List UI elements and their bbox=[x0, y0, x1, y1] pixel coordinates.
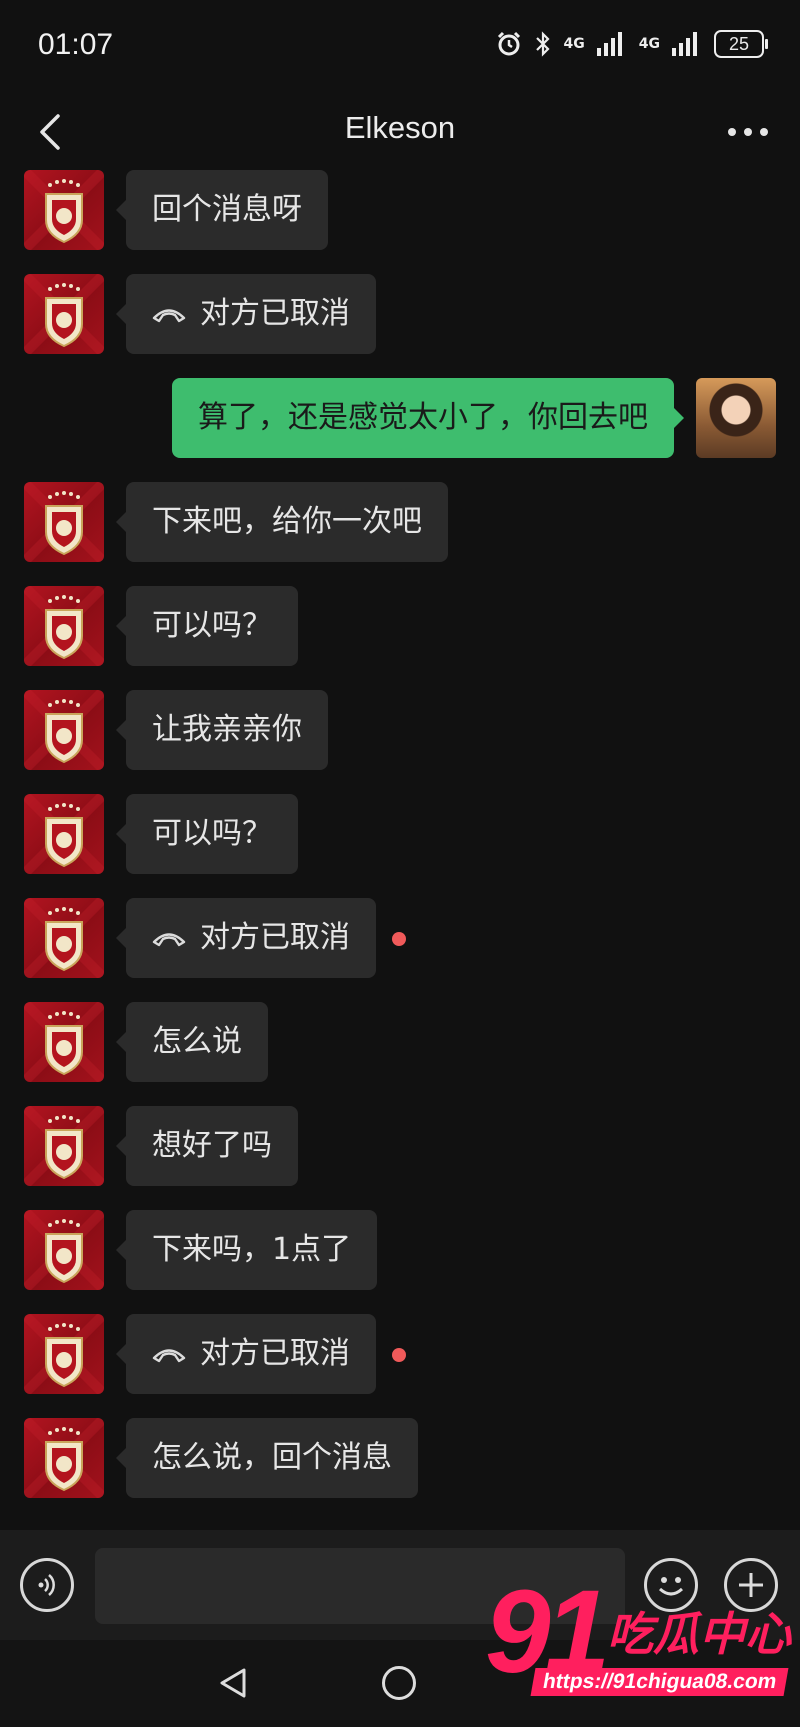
nav-home-icon[interactable] bbox=[382, 1666, 416, 1700]
call-message-row: 对方已取消 bbox=[0, 274, 800, 354]
message-text: 对方已取消 bbox=[200, 296, 350, 331]
incoming-message-bubble[interactable]: 可以吗？ bbox=[116, 586, 298, 666]
incoming-message-bubble[interactable]: 下来吗，1点了 bbox=[115, 1210, 378, 1290]
system-nav-bar bbox=[0, 1640, 800, 1727]
phone-hangup-icon bbox=[152, 296, 200, 331]
contact-avatar[interactable] bbox=[24, 1002, 104, 1082]
contact-avatar[interactable] bbox=[24, 794, 104, 874]
more-actions-button[interactable] bbox=[724, 1558, 778, 1612]
call-cancelled-bubble[interactable]: 对方已取消 bbox=[116, 898, 376, 978]
call-message-row: 对方已取消 bbox=[0, 898, 800, 978]
chat-message-row: 下来吗，1点了 bbox=[0, 1210, 800, 1290]
contact-avatar[interactable] bbox=[24, 170, 104, 250]
network-label-1: 4G bbox=[563, 36, 585, 52]
message-text: 对方已取消 bbox=[200, 1336, 350, 1371]
chat-message-row: 让我亲亲你 bbox=[0, 690, 800, 770]
voice-icon bbox=[38, 1574, 55, 1596]
incoming-message-bubble[interactable]: 想好了吗 bbox=[116, 1106, 298, 1186]
chat-message-row: 想好了吗 bbox=[0, 1106, 800, 1186]
outgoing-message-bubble[interactable]: 算了，还是感觉太小了，你回去吧 bbox=[172, 378, 684, 458]
more-options-icon[interactable] bbox=[724, 112, 772, 152]
chat-message-row: 怎么说，回个消息 bbox=[0, 1418, 800, 1498]
battery-level: 25 bbox=[728, 33, 750, 54]
call-cancelled-bubble[interactable]: 对方已取消 bbox=[116, 274, 376, 354]
phone-hangup-icon bbox=[152, 920, 200, 955]
call-message-row: 对方已取消 bbox=[0, 1314, 800, 1394]
emoji-button[interactable] bbox=[644, 1558, 698, 1612]
status-bar: 01:07 4G 4G 25 bbox=[0, 0, 800, 90]
contact-avatar[interactable] bbox=[24, 1314, 104, 1394]
contact-avatar[interactable] bbox=[24, 1210, 104, 1290]
chat-message-row: 可以吗？ bbox=[0, 586, 800, 666]
message-text: 下来吗，1点了 bbox=[152, 1232, 352, 1267]
call-cancelled-bubble[interactable]: 对方已取消 bbox=[116, 1314, 376, 1394]
chat-message-row: 可以吗？ bbox=[0, 794, 800, 874]
phone-hangup-icon bbox=[152, 1336, 200, 1371]
battery-indicator: 25 bbox=[714, 30, 768, 58]
incoming-message-bubble[interactable]: 让我亲亲你 bbox=[116, 690, 328, 770]
status-icons: 4G 4G 25 bbox=[496, 30, 768, 58]
title-bar: Elkeson bbox=[0, 90, 800, 170]
message-text: 可以吗？ bbox=[152, 608, 272, 643]
incoming-message-bubble[interactable]: 怎么说，回个消息 bbox=[116, 1418, 418, 1498]
contact-avatar[interactable] bbox=[24, 898, 104, 978]
contact-avatar[interactable] bbox=[24, 1418, 104, 1498]
chat-message-row: 算了，还是感觉太小了，你回去吧 bbox=[0, 378, 800, 458]
message-text: 回个消息呀 bbox=[152, 192, 302, 227]
incoming-message-bubble[interactable]: 下来吧，给你一次吧 bbox=[116, 482, 448, 562]
incoming-message-bubble[interactable]: 可以吗？ bbox=[116, 794, 298, 874]
message-text: 怎么说 bbox=[152, 1024, 242, 1059]
chat-message-row: 怎么说 bbox=[0, 1002, 800, 1082]
plus-icon bbox=[739, 1573, 763, 1597]
incoming-message-bubble[interactable]: 回个消息呀 bbox=[116, 170, 328, 250]
message-text: 可以吗？ bbox=[152, 816, 272, 851]
message-input[interactable] bbox=[95, 1548, 625, 1624]
message-text: 让我亲亲你 bbox=[152, 712, 302, 747]
signal-icon bbox=[596, 32, 622, 56]
status-time: 01:07 bbox=[38, 28, 114, 61]
emoji-icon bbox=[658, 1577, 684, 1596]
my-avatar[interactable] bbox=[696, 378, 776, 458]
message-text: 想好了吗 bbox=[152, 1128, 272, 1163]
chat-message-row: 下来吧，给你一次吧 bbox=[0, 482, 800, 562]
unread-dot bbox=[392, 932, 406, 946]
contact-avatar[interactable] bbox=[24, 586, 104, 666]
contact-avatar[interactable] bbox=[24, 274, 104, 354]
message-list[interactable]: 回个消息呀 对方已取消 算了，还是感觉太小了，你回去吧 下来吧，给你一次吧 可以吗？ 让我… bbox=[0, 170, 800, 1520]
alarm-icon bbox=[497, 31, 520, 56]
contact-avatar[interactable] bbox=[24, 1106, 104, 1186]
bluetooth-icon bbox=[535, 31, 550, 57]
unread-dot bbox=[392, 1348, 406, 1362]
network-label-2: 4G bbox=[638, 36, 660, 52]
nav-back-icon[interactable] bbox=[216, 1666, 250, 1700]
message-text: 下来吧，给你一次吧 bbox=[152, 504, 422, 539]
voice-input-button[interactable] bbox=[20, 1558, 74, 1612]
message-text: 怎么说，回个消息 bbox=[152, 1440, 392, 1475]
incoming-message-bubble[interactable]: 怎么说 bbox=[116, 1002, 268, 1082]
contact-avatar[interactable] bbox=[24, 482, 104, 562]
input-bar bbox=[0, 1530, 800, 1640]
contact-avatar[interactable] bbox=[24, 690, 104, 770]
message-text: 对方已取消 bbox=[200, 920, 350, 955]
message-text: 算了，还是感觉太小了，你回去吧 bbox=[198, 400, 648, 435]
chat-title: Elkeson bbox=[344, 110, 456, 145]
chat-message-row: 回个消息呀 bbox=[0, 170, 800, 250]
signal-icon-2 bbox=[672, 32, 697, 56]
